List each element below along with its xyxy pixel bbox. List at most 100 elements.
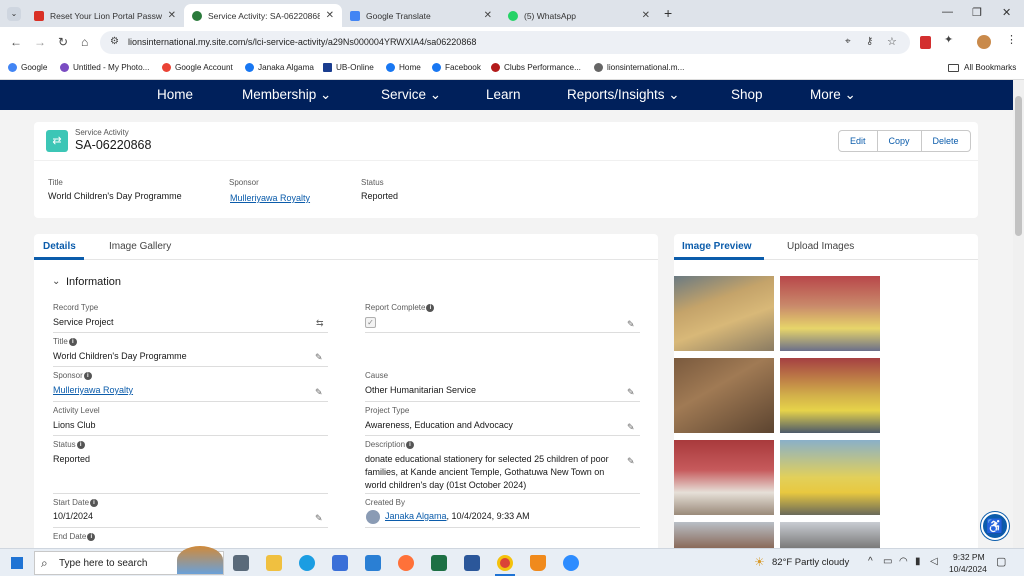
extensions-icon[interactable]: ✦ bbox=[944, 33, 953, 46]
tab-image-gallery[interactable]: Image Gallery bbox=[109, 241, 171, 252]
info-icon[interactable]: i bbox=[426, 304, 435, 312]
firefox-icon[interactable] bbox=[398, 555, 414, 571]
section-title-information[interactable]: Information bbox=[66, 276, 121, 288]
network-icon[interactable]: ◠ bbox=[899, 556, 908, 567]
bookmark-clubs-performance[interactable]: Clubs Performance... bbox=[491, 63, 581, 72]
image-thumbnail[interactable] bbox=[674, 440, 774, 515]
edge-icon[interactable] bbox=[299, 555, 315, 571]
edit-pencil-icon[interactable]: ✎ bbox=[627, 456, 635, 467]
nav-home[interactable]: Home bbox=[157, 87, 193, 102]
browser-tab-whatsapp[interactable]: (5) WhatsApp ✕ bbox=[500, 4, 658, 27]
windows-start-icon[interactable] bbox=[11, 557, 23, 569]
browser-tab-gmail[interactable]: Reset Your Lion Portal Passwo ✕ bbox=[26, 4, 184, 27]
bookmark-home[interactable]: Home bbox=[386, 63, 421, 72]
info-icon[interactable]: i bbox=[76, 441, 85, 449]
report-complete-checkbox[interactable]: ✓ bbox=[365, 317, 376, 328]
nav-service[interactable]: Service ⌄ bbox=[381, 87, 441, 103]
nav-more[interactable]: More ⌄ bbox=[810, 87, 856, 103]
edit-pencil-icon[interactable]: ✎ bbox=[627, 319, 635, 330]
minimize-icon[interactable]: — bbox=[942, 6, 953, 18]
word-icon[interactable] bbox=[464, 555, 480, 571]
image-thumbnail[interactable] bbox=[674, 522, 774, 548]
task-view-icon[interactable] bbox=[233, 555, 249, 571]
info-icon[interactable]: i bbox=[87, 533, 96, 541]
close-icon[interactable]: ✕ bbox=[168, 10, 176, 21]
info-icon[interactable]: i bbox=[83, 372, 92, 380]
forward-icon[interactable]: → bbox=[34, 35, 46, 49]
created-by-link[interactable]: Janaka Algama bbox=[385, 511, 447, 521]
highlight-sponsor-link[interactable]: Mulleriyawa Royalty bbox=[230, 193, 310, 203]
edit-pencil-icon[interactable]: ✎ bbox=[315, 513, 323, 524]
bookmark-star-icon[interactable]: ☆ bbox=[887, 35, 897, 48]
show-hidden-icons[interactable]: ^ bbox=[868, 556, 873, 567]
device-icon[interactable]: ▭ bbox=[883, 556, 892, 567]
bookmark-google-account[interactable]: Google Account bbox=[162, 63, 233, 72]
key-icon[interactable]: ⚷ bbox=[866, 36, 873, 47]
edit-pencil-icon[interactable]: ✎ bbox=[315, 352, 323, 363]
home-icon[interactable]: ⌂ bbox=[81, 35, 88, 49]
image-thumbnail[interactable] bbox=[780, 522, 880, 548]
tab-image-preview[interactable]: Image Preview bbox=[682, 241, 751, 252]
bookmark-facebook[interactable]: Facebook bbox=[432, 63, 481, 72]
site-info-icon[interactable]: ⚙ bbox=[110, 36, 119, 47]
location-icon[interactable]: ⌖ bbox=[845, 36, 851, 47]
browser-tab-service-activity[interactable]: Service Activity: SA-06220868 ✕ bbox=[184, 4, 342, 27]
sponsor-link[interactable]: Mulleriyawa Royalty bbox=[53, 385, 133, 395]
bookmark-google[interactable]: Google bbox=[8, 63, 47, 72]
close-window-icon[interactable]: ✕ bbox=[1002, 6, 1011, 19]
bookmark-janaka-algama[interactable]: Janaka Algama bbox=[245, 63, 314, 72]
file-explorer-icon[interactable] bbox=[266, 555, 282, 571]
back-icon[interactable]: ← bbox=[10, 35, 22, 49]
bookmark-untitled-photo[interactable]: Untitled - My Photo... bbox=[60, 63, 149, 72]
pdf-extension-icon[interactable] bbox=[920, 36, 931, 49]
chevron-down-icon[interactable]: ⌄ bbox=[52, 276, 60, 287]
image-thumbnail[interactable] bbox=[780, 276, 880, 351]
vlc-icon[interactable] bbox=[530, 555, 546, 571]
change-record-type-icon[interactable]: ⇆ bbox=[316, 318, 324, 329]
notifications-icon[interactable]: ▢ bbox=[996, 555, 1006, 568]
address-bar[interactable]: ⚙ lionsinternational.my.site.com/s/lci-s… bbox=[100, 31, 910, 54]
restore-icon[interactable]: ❐ bbox=[972, 6, 982, 19]
nav-membership[interactable]: Membership ⌄ bbox=[242, 87, 331, 103]
taskbar-search[interactable]: ⌕ Type here to search bbox=[34, 546, 224, 575]
edit-pencil-icon[interactable]: ✎ bbox=[315, 387, 323, 398]
reload-icon[interactable]: ↻ bbox=[58, 35, 68, 49]
close-icon[interactable]: ✕ bbox=[642, 10, 650, 21]
excel-icon[interactable] bbox=[431, 555, 447, 571]
image-thumbnail[interactable] bbox=[780, 358, 880, 433]
zoom-icon[interactable] bbox=[563, 555, 579, 571]
close-icon[interactable]: ✕ bbox=[484, 10, 492, 21]
info-icon[interactable]: i bbox=[90, 499, 99, 507]
mail-icon[interactable] bbox=[365, 555, 381, 571]
weather-text[interactable]: 82°F Partly cloudy bbox=[772, 557, 849, 568]
profile-avatar[interactable] bbox=[977, 35, 991, 49]
tab-details[interactable]: Details bbox=[43, 241, 76, 252]
close-icon[interactable]: ✕ bbox=[326, 10, 334, 21]
image-thumbnail[interactable] bbox=[674, 276, 774, 351]
edit-pencil-icon[interactable]: ✎ bbox=[627, 387, 635, 398]
info-icon[interactable]: i bbox=[406, 441, 415, 449]
battery-icon[interactable]: ▮ bbox=[915, 556, 921, 567]
nav-learn[interactable]: Learn bbox=[486, 87, 521, 102]
browser-tab-google-translate[interactable]: Google Translate ✕ bbox=[342, 4, 500, 27]
new-tab-button[interactable]: + bbox=[664, 5, 672, 21]
scrollbar-thumb[interactable] bbox=[1015, 96, 1022, 236]
info-icon[interactable]: i bbox=[68, 338, 77, 346]
nav-reports-insights[interactable]: Reports/Insights ⌄ bbox=[567, 87, 680, 103]
weather-icon[interactable]: ☀ bbox=[754, 555, 765, 569]
bookmark-ub-online[interactable]: UB-Online bbox=[323, 63, 374, 72]
all-bookmarks[interactable]: All Bookmarks bbox=[948, 63, 1016, 72]
image-thumbnail[interactable] bbox=[674, 358, 774, 433]
tab-search-button[interactable]: ⌄ bbox=[7, 7, 21, 21]
volume-icon[interactable]: ◁ bbox=[930, 556, 938, 567]
edit-pencil-icon[interactable]: ✎ bbox=[627, 422, 635, 433]
chrome-icon[interactable] bbox=[497, 555, 513, 571]
clock-date[interactable]: 10/4/2024 bbox=[949, 564, 987, 574]
bookmark-lionsinternational[interactable]: lionsinternational.m... bbox=[594, 63, 684, 72]
copy-button[interactable]: Copy bbox=[878, 131, 922, 151]
clock-time[interactable]: 9:32 PM bbox=[953, 552, 985, 562]
menu-icon[interactable]: ⋮ bbox=[1006, 33, 1017, 46]
store-icon[interactable] bbox=[332, 555, 348, 571]
tab-upload-images[interactable]: Upload Images bbox=[787, 241, 854, 252]
accessibility-button[interactable]: ♿ bbox=[981, 512, 1009, 540]
